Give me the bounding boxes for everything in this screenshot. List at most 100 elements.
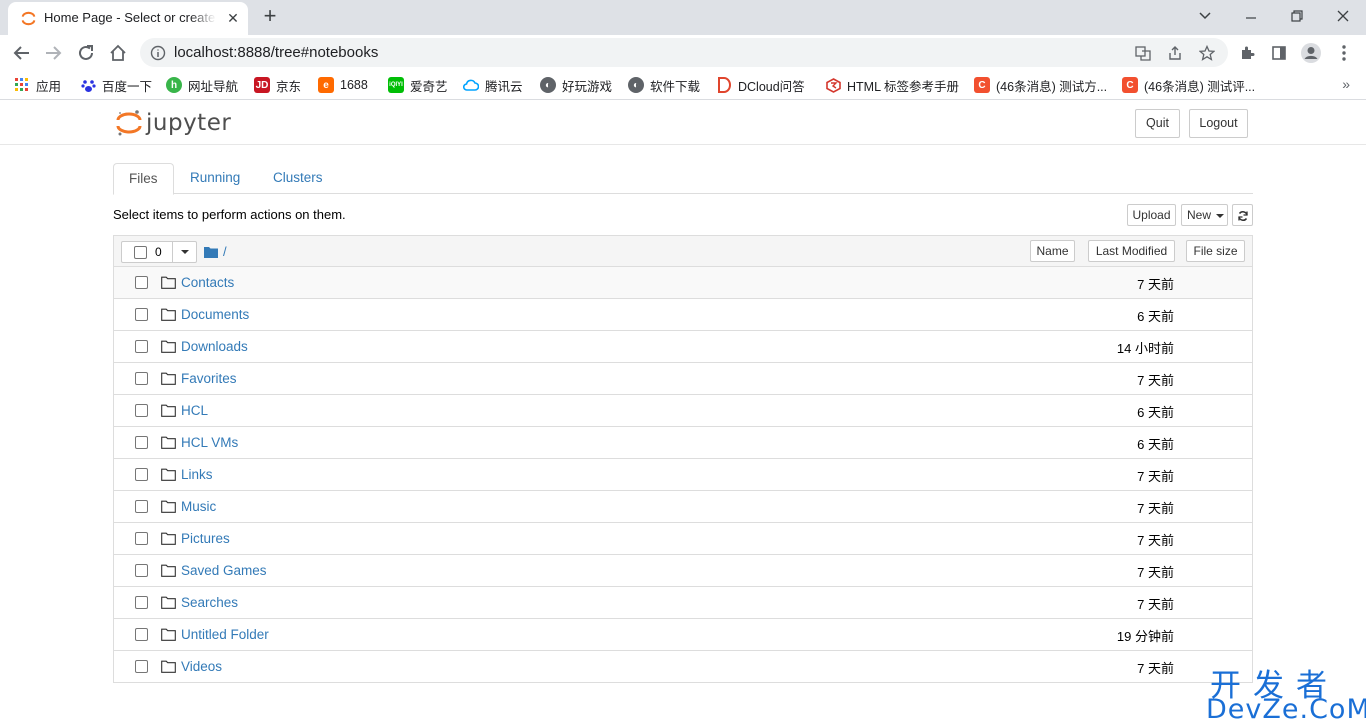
bookmark-games[interactable]: ◐ 好玩游戏 [540,75,612,95]
file-name-link[interactable]: HCL VMs [181,435,238,450]
bookmark-dcloud[interactable]: DCloud问答 [716,75,805,95]
side-panel-icon[interactable] [1266,40,1292,66]
new-dropdown-button[interactable]: New [1181,204,1228,226]
share-icon[interactable] [1166,44,1184,62]
bookmark-html-reference[interactable]: HTML 标签参考手册 [825,75,959,95]
bookmark-label: 腾讯云 [485,79,523,94]
site-info-icon[interactable] [150,45,166,61]
row-checkbox[interactable] [135,660,148,673]
more-bookmarks-icon[interactable]: » [1342,76,1350,92]
file-name-link[interactable]: Videos [181,659,222,674]
row-checkbox[interactable] [135,276,148,289]
logout-button[interactable]: Logout [1189,109,1248,138]
file-name-link[interactable]: Untitled Folder [181,627,269,642]
folder-icon [161,596,176,609]
browser-menu-icon[interactable] [1331,40,1357,66]
file-name-link[interactable]: Links [181,467,213,482]
file-name-link[interactable]: Pictures [181,531,230,546]
bookmark-baidu[interactable]: 百度一下 [80,75,152,95]
last-modified: 6 天前 [1137,437,1174,452]
jupyter-header: jupyter Quit Logout [0,101,1366,145]
table-row[interactable]: Untitled Folder 19 分钟前 [114,619,1252,651]
devze-watermark: 开发者 DevZe.CoM [1206,660,1366,728]
minimize-icon[interactable] [1238,4,1264,28]
restore-icon[interactable] [1284,4,1310,28]
table-row[interactable]: Saved Games 7 天前 [114,555,1252,587]
table-row[interactable]: Favorites 7 天前 [114,363,1252,395]
table-row[interactable]: Music 7 天前 [114,491,1252,523]
bookmarks-bar: 应用 百度一下 h 网址导航 JD 京东 e 1688 iQIYI 爱奇艺 腾讯… [0,70,1366,100]
row-checkbox[interactable] [135,564,148,577]
bookmark-jd[interactable]: JD 京东 [254,75,301,95]
bookmark-software[interactable]: ◐ 软件下载 [628,75,700,95]
select-all-checkbox[interactable] [134,246,147,259]
folder-icon [161,628,176,641]
row-checkbox[interactable] [135,436,148,449]
address-bar[interactable]: localhost:8888/tree#notebooks [140,38,1228,67]
file-name-link[interactable]: Saved Games [181,563,267,578]
file-name-link[interactable]: Contacts [181,275,234,290]
tab-files[interactable]: Files [113,163,174,195]
upload-button[interactable]: Upload [1127,204,1176,226]
row-checkbox[interactable] [135,628,148,641]
table-row[interactable]: HCL VMs 6 天前 [114,427,1252,459]
table-row[interactable]: Downloads 14 小时前 [114,331,1252,363]
bookmark-csdn-1[interactable]: C (46条消息) 测试方... [974,75,1107,95]
browser-tab[interactable]: Home Page - Select or create a notebook … [8,2,248,35]
breadcrumb-root[interactable]: / [223,244,227,259]
profile-avatar-icon[interactable] [1298,40,1324,66]
table-row[interactable]: Pictures 7 天前 [114,523,1252,555]
jupyter-logo[interactable]: jupyter [116,109,231,137]
url-text[interactable]: localhost:8888/tree#notebooks [174,44,378,61]
row-checkbox[interactable] [135,372,148,385]
forward-arrow-icon[interactable] [40,40,66,66]
table-row[interactable]: Videos 7 天前 [114,651,1252,683]
row-checkbox[interactable] [135,308,148,321]
row-checkbox[interactable] [135,500,148,513]
bookmark-iqiyi[interactable]: iQIYI 爱奇艺 [388,75,448,95]
sort-last-modified-button[interactable]: Last Modified [1088,240,1175,262]
sort-file-size-button[interactable]: File size [1186,240,1245,262]
home-icon[interactable] [105,40,131,66]
new-tab-icon[interactable]: + [258,5,282,29]
row-checkbox[interactable] [135,468,148,481]
file-name-link[interactable]: Downloads [181,339,248,354]
translate-icon[interactable] [1134,44,1152,62]
bookmark-hao123[interactable]: h 网址导航 [166,75,238,95]
bookmark-1688[interactable]: e 1688 [318,75,368,95]
file-name-link[interactable]: HCL [181,403,208,418]
sort-name-button[interactable]: Name [1030,240,1075,262]
last-modified: 7 天前 [1137,597,1174,612]
bookmark-csdn-2[interactable]: C (46条消息) 测试评... [1122,75,1255,95]
reload-icon[interactable] [73,40,99,66]
close-window-icon[interactable] [1330,4,1356,28]
table-row[interactable]: HCL 6 天前 [114,395,1252,427]
row-checkbox[interactable] [135,340,148,353]
file-name-link[interactable]: Documents [181,307,249,322]
select-menu-dropdown[interactable] [172,242,197,262]
bookmark-tencent-cloud[interactable]: 腾讯云 [463,75,523,95]
tab-running[interactable]: Running [175,163,255,194]
tab-search-chevron-icon[interactable] [1192,4,1218,28]
bookmark-apps[interactable]: 应用 [14,75,61,95]
table-row[interactable]: Contacts 7 天前 [114,267,1252,299]
file-name-link[interactable]: Searches [181,595,238,610]
table-row[interactable]: Documents 6 天前 [114,299,1252,331]
file-name-link[interactable]: Music [181,499,216,514]
breadcrumb[interactable]: / [204,244,227,259]
table-row[interactable]: Searches 7 天前 [114,587,1252,619]
row-checkbox[interactable] [135,404,148,417]
refresh-button[interactable] [1232,204,1253,226]
bookmark-label: 百度一下 [102,79,153,94]
back-arrow-icon[interactable] [9,40,35,66]
extensions-puzzle-icon[interactable] [1234,40,1260,66]
row-checkbox[interactable] [135,596,148,609]
tab-close-icon[interactable]: ✕ [224,9,242,27]
bookmark-star-icon[interactable] [1198,44,1216,62]
tab-clusters[interactable]: Clusters [258,163,338,194]
file-list-header: 0 / Name Last Modified File size [114,236,1252,267]
quit-button[interactable]: Quit [1135,109,1180,138]
row-checkbox[interactable] [135,532,148,545]
table-row[interactable]: Links 7 天前 [114,459,1252,491]
file-name-link[interactable]: Favorites [181,371,237,386]
